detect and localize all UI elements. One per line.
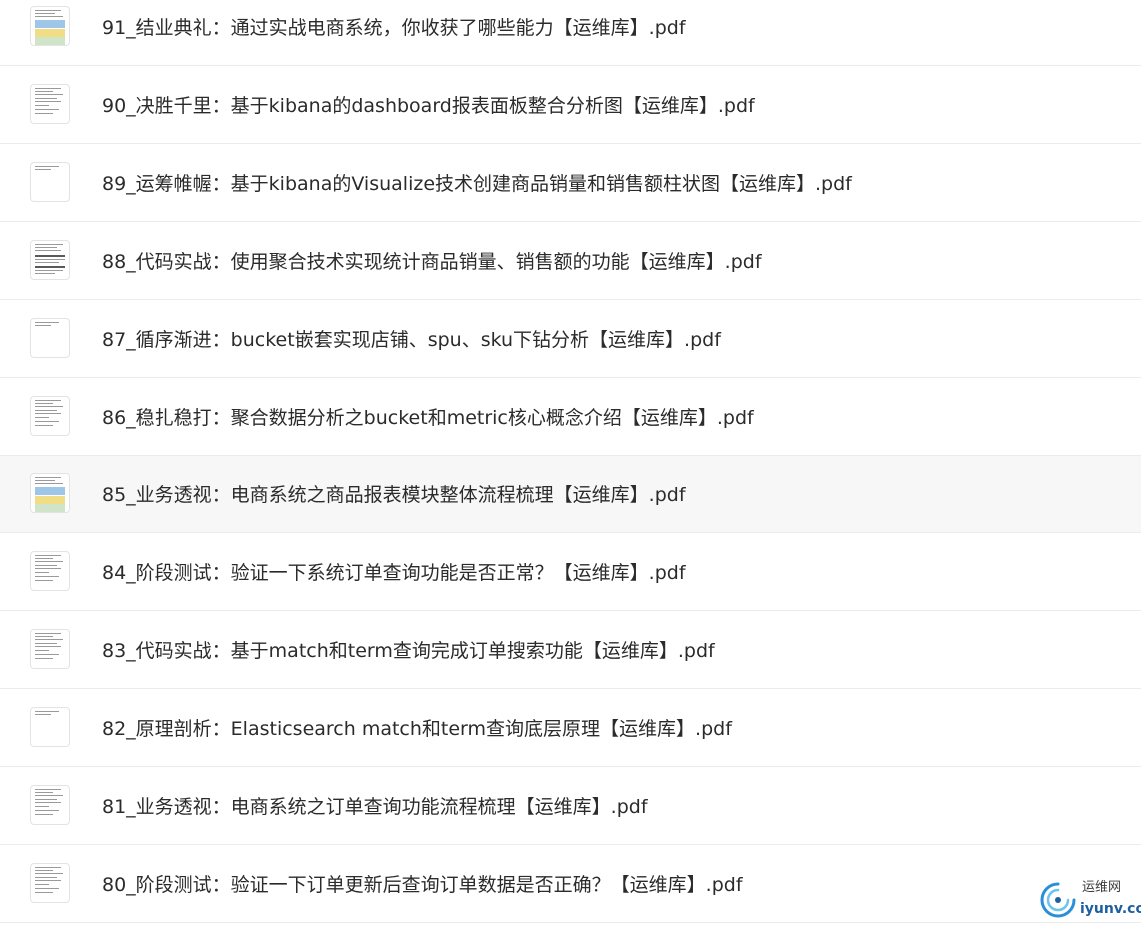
swirl-logo-icon — [1040, 882, 1076, 918]
watermark: 运维网 iyunv.com — [1038, 878, 1141, 922]
file-row[interactable]: 85_业务透视：电商系统之商品报表模块整体流程梳理【运维库】.pdf — [0, 456, 1141, 533]
file-name[interactable]: 81_业务透视：电商系统之订单查询功能流程梳理【运维库】.pdf — [102, 794, 648, 820]
file-row[interactable]: 81_业务透视：电商系统之订单查询功能流程梳理【运维库】.pdf — [0, 768, 1141, 845]
file-name[interactable]: 85_业务透视：电商系统之商品报表模块整体流程梳理【运维库】.pdf — [102, 482, 686, 508]
file-row[interactable]: 80_阶段测试：验证一下订单更新后查询订单数据是否正确？【运维库】.pdf — [0, 846, 1141, 923]
file-row[interactable]: 88_代码实战：使用聚合技术实现统计商品销量、销售额的功能【运维库】.pdf — [0, 223, 1141, 300]
file-row[interactable]: 86_稳扎稳打：聚合数据分析之bucket和metric核心概念介绍【运维库】.… — [0, 379, 1141, 456]
file-row[interactable]: 84_阶段测试：验证一下系统订单查询功能是否正常？【运维库】.pdf — [0, 534, 1141, 611]
pdf-thumbnail-icon — [30, 707, 70, 747]
file-name[interactable]: 82_原理剖析：Elasticsearch match和term查询底层原理【运… — [102, 716, 732, 742]
pdf-thumbnail-icon — [30, 240, 70, 280]
file-name[interactable]: 89_运筹帷幄：基于kibana的Visualize技术创建商品销量和销售额柱状… — [102, 171, 852, 197]
watermark-en-text: iyunv.com — [1080, 901, 1141, 917]
pdf-thumbnail-icon — [30, 162, 70, 202]
file-name[interactable]: 83_代码实战：基于match和term查询完成订单搜索功能【运维库】.pdf — [102, 638, 715, 664]
pdf-thumbnail-icon — [30, 629, 70, 669]
file-row[interactable]: 90_决胜千里：基于kibana的dashboard报表面板整合分析图【运维库】… — [0, 67, 1141, 144]
pdf-thumbnail-icon — [30, 318, 70, 358]
file-name[interactable]: 80_阶段测试：验证一下订单更新后查询订单数据是否正确？【运维库】.pdf — [102, 872, 743, 898]
pdf-thumbnail-icon — [30, 551, 70, 591]
file-row[interactable]: 82_原理剖析：Elasticsearch match和term查询底层原理【运… — [0, 690, 1141, 767]
file-name[interactable]: 88_代码实战：使用聚合技术实现统计商品销量、销售额的功能【运维库】.pdf — [102, 249, 762, 275]
file-name[interactable]: 87_循序渐进：bucket嵌套实现店铺、spu、sku下钻分析【运维库】.pd… — [102, 327, 721, 353]
file-name[interactable]: 84_阶段测试：验证一下系统订单查询功能是否正常？【运维库】.pdf — [102, 560, 686, 586]
pdf-thumbnail-icon — [30, 396, 70, 436]
file-name[interactable]: 91_结业典礼：通过实战电商系统，你收获了哪些能力【运维库】.pdf — [102, 15, 686, 41]
pdf-thumbnail-icon — [30, 84, 70, 124]
file-row[interactable]: 83_代码实战：基于match和term查询完成订单搜索功能【运维库】.pdf — [0, 612, 1141, 689]
pdf-thumbnail-icon — [30, 863, 70, 903]
file-name[interactable]: 90_决胜千里：基于kibana的dashboard报表面板整合分析图【运维库】… — [102, 93, 755, 119]
watermark-cn-text: 运维网 — [1082, 880, 1122, 895]
file-name[interactable]: 86_稳扎稳打：聚合数据分析之bucket和metric核心概念介绍【运维库】.… — [102, 405, 754, 431]
file-row[interactable]: 89_运筹帷幄：基于kibana的Visualize技术创建商品销量和销售额柱状… — [0, 145, 1141, 222]
file-row[interactable]: 91_结业典礼：通过实战电商系统，你收获了哪些能力【运维库】.pdf — [0, 0, 1141, 66]
file-row[interactable]: 87_循序渐进：bucket嵌套实现店铺、spu、sku下钻分析【运维库】.pd… — [0, 301, 1141, 378]
pdf-thumbnail-icon — [30, 473, 70, 513]
file-list: 91_结业典礼：通过实战电商系统，你收获了哪些能力【运维库】.pdf 90_决胜千… — [0, 0, 1141, 928]
pdf-thumbnail-icon — [30, 785, 70, 825]
pdf-thumbnail-icon — [30, 6, 70, 46]
